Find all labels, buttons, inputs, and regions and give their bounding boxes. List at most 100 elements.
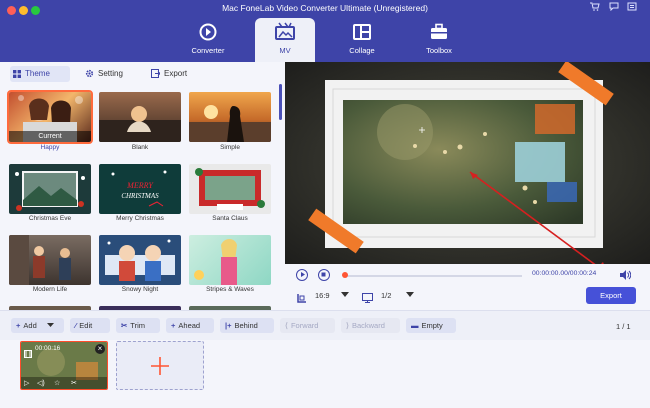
clip-pager: 1 / 1 — [616, 322, 631, 331]
behind-label: Behind — [234, 321, 258, 330]
progress-knob[interactable] — [342, 272, 348, 278]
tab-export[interactable]: Export — [148, 66, 203, 82]
behind-button[interactable]: |+ Behind — [220, 318, 274, 333]
theme-label-santa-claus: Santa Claus — [212, 215, 248, 222]
aspect-ratio-select[interactable]: 16:9 — [315, 291, 349, 300]
theme-thumb-christmas-eve[interactable] — [9, 164, 91, 214]
theme-thumb-merry-christmas[interactable]: MERRY CHRISTMAS — [99, 164, 181, 214]
menu-icon[interactable] — [625, 2, 639, 13]
theme-label-christmas-eve: Christmas Eve — [28, 215, 72, 222]
forward-icon: ⟨ — [285, 321, 288, 330]
theme-thumb-blank[interactable] — [99, 92, 181, 142]
time-display: 00:00:00.00/00:00:24 — [532, 270, 597, 277]
collage-icon — [332, 22, 392, 46]
wand-icon: ⁄ — [75, 321, 77, 330]
aspect-ratio-icon — [297, 290, 307, 308]
volume-icon[interactable] — [619, 268, 632, 286]
ahead-icon: + — [171, 321, 176, 330]
theme-label-snowy-night: Snowy Night — [121, 286, 159, 293]
backward-icon: ⟩ — [346, 321, 349, 330]
theme-grid: Current ✓ Happy Blank Simple MERRYCHRIST… — [0, 84, 285, 310]
add-label: Add — [23, 321, 37, 330]
theme-scrollbar[interactable] — [279, 84, 282, 120]
nav-converter[interactable]: Converter — [178, 18, 238, 62]
window-title: Mac FoneLab Video Converter Ultimate (Un… — [222, 3, 428, 13]
title-bar: Mac FoneLab Video Converter Ultimate (Un… — [0, 0, 650, 62]
backward-button[interactable]: ⟩ Backward — [341, 318, 400, 333]
app-window: Mac FoneLab Video Converter Ultimate (Un… — [0, 0, 650, 408]
nav-converter-label: Converter — [191, 46, 225, 55]
tab-theme[interactable]: Theme — [10, 66, 70, 82]
theme-thumb-stripes-waves[interactable] — [189, 235, 271, 285]
toolbox-icon — [409, 22, 469, 46]
nav-mv-label: MV — [279, 46, 291, 55]
theme-label-blank: Blank — [131, 144, 149, 151]
theme-thumb-modern-life[interactable] — [9, 235, 91, 285]
nav-toolbox-label: Toolbox — [426, 46, 452, 55]
theme-grid-icon — [13, 70, 21, 78]
nav-mv[interactable]: MV — [255, 18, 315, 62]
theme-label-stripes-waves: Stripes & Waves — [206, 286, 254, 293]
forward-label: Forward — [290, 321, 319, 330]
forward-button[interactable]: ⟨ Forward — [280, 318, 335, 333]
video-preview — [285, 62, 650, 264]
screen-icon — [362, 290, 373, 308]
theme-label-happy: Happy — [40, 144, 60, 151]
tab-setting[interactable]: Setting — [82, 66, 137, 82]
plus-icon: + — [16, 321, 21, 330]
nav-toolbox[interactable]: Toolbox — [409, 18, 469, 62]
clip-duration: 00:00:16 — [35, 345, 61, 352]
empty-button[interactable]: ▬ Empty — [406, 318, 456, 333]
aspect-ratio-value: 16:9 — [315, 291, 330, 300]
tab-setting-label: Setting — [98, 69, 123, 78]
feedback-icon[interactable] — [607, 2, 621, 13]
add-clip-placeholder[interactable] — [116, 341, 204, 390]
theme-label-merry-christmas: Merry Christmas — [116, 215, 164, 222]
edit-label: Edit — [79, 321, 93, 330]
stop-button[interactable] — [318, 269, 330, 281]
clip-trim-icon[interactable]: ✂ — [71, 379, 77, 387]
scissors-icon: ✂ — [121, 321, 128, 330]
timeline-clip[interactable]: 00:00:16 × ▷ ◁) ☆ ✂ — [20, 341, 108, 390]
gear-icon — [85, 69, 94, 78]
film-icon — [24, 345, 32, 363]
nav-collage[interactable]: Collage — [332, 18, 392, 62]
clip-effect-icon[interactable]: ☆ — [54, 379, 60, 387]
export-button[interactable]: Export — [586, 287, 636, 304]
clip-timeline: 00:00:16 × ▷ ◁) ☆ ✂ — [0, 340, 650, 408]
theme-thumb-happy[interactable]: Current — [7, 90, 93, 144]
current-badge: Current — [9, 131, 91, 142]
remove-clip-icon[interactable]: × — [95, 344, 105, 354]
theme-thumb-simple[interactable] — [189, 92, 271, 142]
chevron-down-icon — [340, 292, 349, 297]
theme-thumb-santa-claus[interactable] — [189, 164, 271, 214]
add-button[interactable]: + Add — [11, 318, 64, 333]
chevron-down-icon — [405, 292, 414, 297]
trim-label: Trim — [130, 321, 146, 330]
edit-button[interactable]: ⁄ Edit — [70, 318, 110, 333]
page-value: 1/2 — [381, 291, 392, 300]
tab-export-label: Export — [164, 69, 188, 78]
video-frame — [343, 100, 583, 224]
play-button[interactable] — [296, 269, 308, 281]
theme-thumb-snowy-night[interactable] — [99, 235, 181, 285]
clip-actions: ▷ ◁) ☆ ✂ — [24, 379, 104, 389]
backward-label: Backward — [351, 321, 385, 330]
ahead-label: Ahead — [178, 321, 201, 330]
chevron-down-icon — [46, 323, 54, 327]
theme-label-simple: Simple — [220, 144, 240, 151]
clip-play-icon[interactable]: ▷ — [24, 379, 29, 387]
cart-icon[interactable] — [588, 2, 602, 13]
trim-button[interactable]: ✂ Trim — [116, 318, 160, 333]
page-select[interactable]: 1/2 — [381, 291, 414, 300]
left-tabs: Theme Setting Export — [0, 62, 285, 84]
export-icon — [151, 69, 161, 78]
theme-label-modern-life: Modern Life — [32, 286, 68, 293]
clip-volume-icon[interactable]: ◁) — [37, 379, 45, 387]
theme-panel: Theme Setting Export Current ✓ Happy — [0, 62, 285, 310]
tab-theme-label: Theme — [25, 69, 50, 78]
nav-collage-label: Collage — [349, 46, 375, 55]
ahead-button[interactable]: + Ahead — [166, 318, 214, 333]
svg-text:MERRY: MERRY — [126, 181, 154, 190]
progress-track[interactable] — [344, 275, 522, 277]
